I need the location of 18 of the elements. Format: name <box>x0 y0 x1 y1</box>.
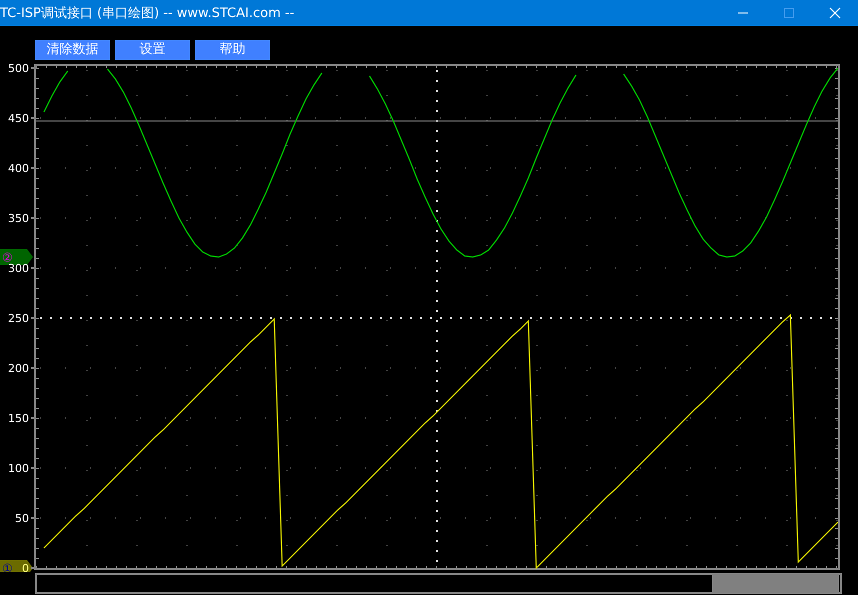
y-axis-label: 500 <box>8 62 29 75</box>
y-axis-label: 400 <box>8 162 29 175</box>
y-axis-label: 300 <box>8 262 29 275</box>
y-axis-label: 0 <box>22 562 29 572</box>
y-axis-label: 50 <box>15 512 29 525</box>
y-axis-label: 100 <box>8 462 29 475</box>
y-axis-label: 200 <box>8 362 29 375</box>
y-axis-label: 150 <box>8 412 29 425</box>
y-axis-label: 450 <box>8 112 29 125</box>
scrollbar[interactable] <box>35 573 842 594</box>
y-axis-label: 250 <box>8 312 29 325</box>
y-axis-label: 350 <box>8 212 29 225</box>
window-title: TC-ISP调试接口 (串口绘图) -- www.STCAI.com -- <box>0 5 294 22</box>
toolbar-button[interactable]: 清除数据 <box>35 40 110 60</box>
scrollbar-thumb[interactable] <box>712 575 839 592</box>
channel-marker[interactable]: ② <box>0 249 33 265</box>
toolbar-button[interactable]: 帮助 <box>195 40 270 60</box>
toolbar-button[interactable]: 设置 <box>115 40 190 60</box>
